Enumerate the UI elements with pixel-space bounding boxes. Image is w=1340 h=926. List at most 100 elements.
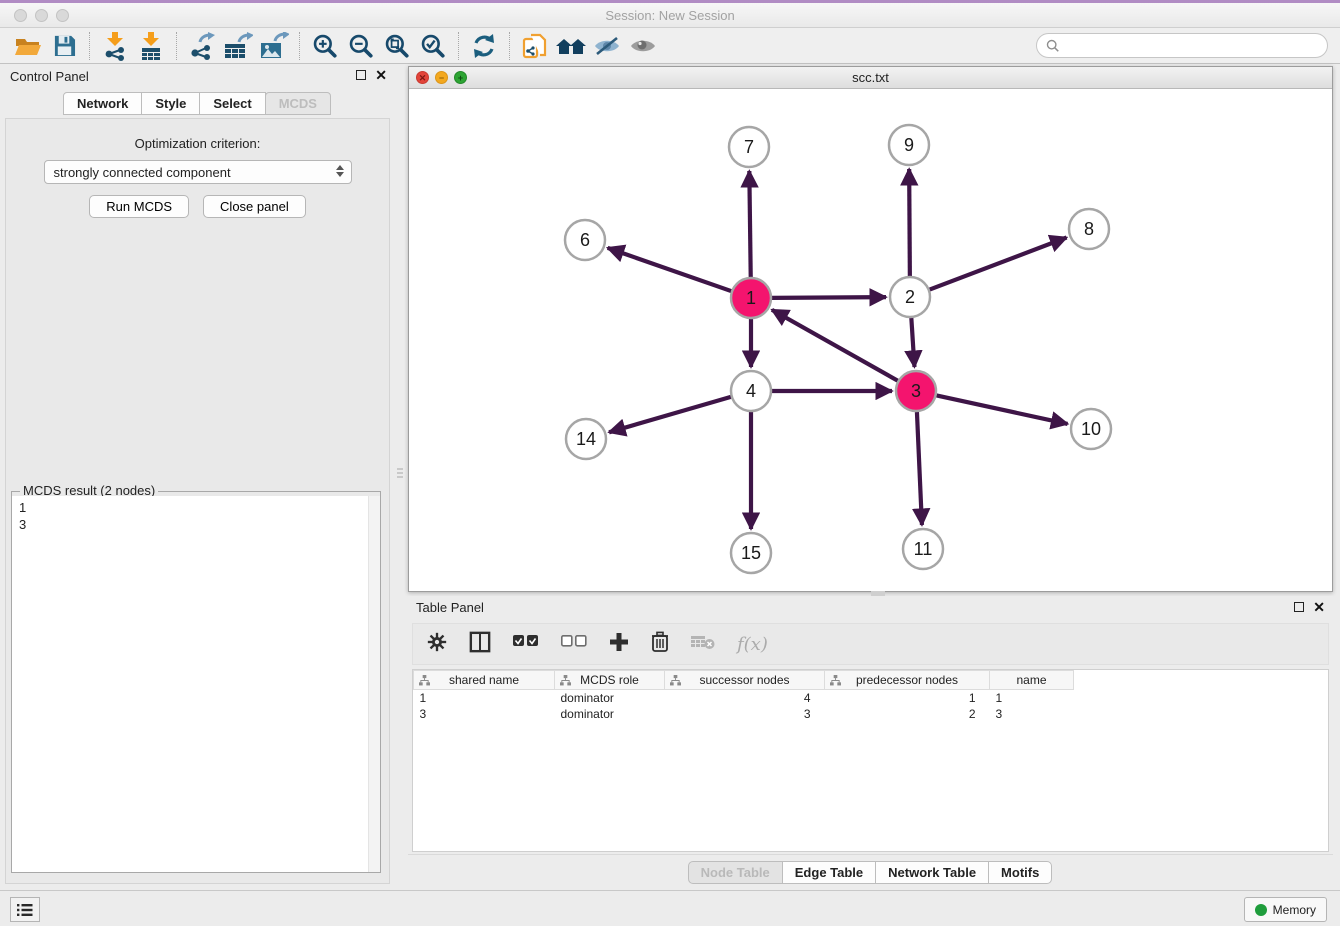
zoom-fit-button[interactable] [379,30,415,62]
graph-edge-1-7[interactable] [749,171,750,277]
maximize-window-icon[interactable]: + [454,71,467,84]
create-column-button[interactable] [609,632,629,657]
task-history-button[interactable] [10,897,40,922]
graph-edge-2-3[interactable] [911,318,914,367]
table-cell[interactable]: 1 [990,690,1074,706]
tab-edge-table[interactable]: Edge Table [782,861,876,884]
table-cell[interactable]: 4 [665,690,825,706]
memory-button[interactable]: Memory [1244,897,1327,922]
tab-style[interactable]: Style [141,92,200,115]
column-header-mcds-role[interactable]: MCDS role [555,671,665,690]
column-header-name[interactable]: name [990,671,1074,690]
minimize-window-icon[interactable]: − [435,71,448,84]
graph-node-9[interactable]: 9 [889,125,929,165]
graph-node-15[interactable]: 15 [731,533,771,573]
window-title: Session: New Session [0,3,1340,28]
refresh-button[interactable] [466,30,502,62]
refresh-icon [471,33,497,59]
table-cell[interactable]: 1 [414,690,555,706]
export-network-button[interactable] [184,30,220,62]
home-icon [555,34,587,58]
delete-column-button[interactable] [651,631,669,657]
first-neighbors-button[interactable] [553,30,589,62]
tab-select[interactable]: Select [199,92,265,115]
toolbar-search-field[interactable] [1036,33,1328,58]
table-cell[interactable]: 3 [665,706,825,722]
node-table-area: shared name MCDS role successor nodes [412,669,1329,852]
graph-node-3[interactable]: 3 [896,371,936,411]
run-mcds-button[interactable]: Run MCDS [89,195,189,218]
zoom-selected-button[interactable] [415,30,451,62]
column-header-shared-name[interactable]: shared name [414,671,555,690]
column-header-predecessor-nodes[interactable]: predecessor nodes [825,671,990,690]
graph-node-11[interactable]: 11 [903,529,943,569]
table-row[interactable]: 1dominator411 [414,690,1074,706]
float-window-icon[interactable] [356,70,366,80]
panel-splitter[interactable] [395,64,405,890]
control-panel: Control Panel ✕ Network Style Select MCD… [0,64,395,890]
window-traffic-lights [14,9,69,22]
table-row[interactable]: 3dominator323 [414,706,1074,722]
column-header-successor-nodes[interactable]: successor nodes [665,671,825,690]
graph-edge-3-1[interactable] [772,310,898,381]
table-cell[interactable]: 2 [825,706,990,722]
tab-mcds[interactable]: MCDS [265,92,331,115]
traffic-close-icon[interactable] [14,9,27,22]
export-table-button[interactable] [220,30,256,62]
close-panel-button[interactable]: Close panel [203,195,306,218]
graph-node-1[interactable]: 1 [731,278,771,318]
graph-edge-4-14[interactable] [609,397,731,432]
show-columns-button[interactable] [469,631,491,658]
table-cell[interactable]: dominator [555,690,665,706]
zoom-in-button[interactable] [307,30,343,62]
close-icon[interactable]: ✕ [1313,602,1325,612]
export-image-icon [259,32,289,60]
chevron-up-down-icon [336,165,344,177]
search-input[interactable] [1066,37,1318,54]
clone-network-button[interactable] [517,30,553,62]
tab-node-table[interactable]: Node Table [688,861,783,884]
traffic-zoom-icon[interactable] [56,9,69,22]
graph-edge-2-8[interactable] [930,238,1067,290]
select-all-button[interactable] [513,635,539,653]
hide-details-button[interactable] [589,30,625,62]
graph-node-2[interactable]: 2 [890,277,930,317]
graph-node-14[interactable]: 14 [566,419,606,459]
zoom-out-button[interactable] [343,30,379,62]
import-network-button[interactable] [97,30,133,62]
graph-edge-3-10[interactable] [937,395,1068,423]
deselect-all-button[interactable] [561,635,587,653]
graph-node-7[interactable]: 7 [729,127,769,167]
table-cell[interactable]: 3 [414,706,555,722]
traffic-minimize-icon[interactable] [35,9,48,22]
splitter-handle[interactable] [397,462,403,484]
save-session-button[interactable] [46,30,82,62]
tab-network[interactable]: Network [63,92,142,115]
open-file-button[interactable] [10,30,46,62]
close-window-icon[interactable]: ✕ [416,71,429,84]
table-cell[interactable]: dominator [555,706,665,722]
tab-network-table[interactable]: Network Table [875,861,989,884]
graph-edge-2-9[interactable] [909,169,910,276]
table-settings-button[interactable] [427,632,447,657]
optimization-criterion-select[interactable]: strongly connected component [44,160,352,184]
float-window-icon[interactable] [1294,602,1304,612]
svg-text:14: 14 [576,429,596,449]
close-icon[interactable]: ✕ [375,70,387,80]
import-table-button[interactable] [133,30,169,62]
table-cell[interactable]: 1 [825,690,990,706]
graph-edge-1-6[interactable] [608,248,732,291]
graph-node-8[interactable]: 8 [1069,209,1109,249]
result-scrollbar[interactable] [368,496,380,872]
table-cell[interactable]: 3 [990,706,1074,722]
export-image-button[interactable] [256,30,292,62]
graph-edge-3-11[interactable] [917,412,922,525]
graph-edge-1-2[interactable] [772,297,886,298]
columns-icon [469,631,491,653]
tab-motifs[interactable]: Motifs [988,861,1052,884]
network-canvas[interactable]: 7 9 6 8 1 2 4 3 14 10 15 11 [409,89,1332,591]
graph-node-4[interactable]: 4 [731,371,771,411]
graph-node-6[interactable]: 6 [565,220,605,260]
graph-node-10[interactable]: 10 [1071,409,1111,449]
show-details-button[interactable] [625,30,661,62]
